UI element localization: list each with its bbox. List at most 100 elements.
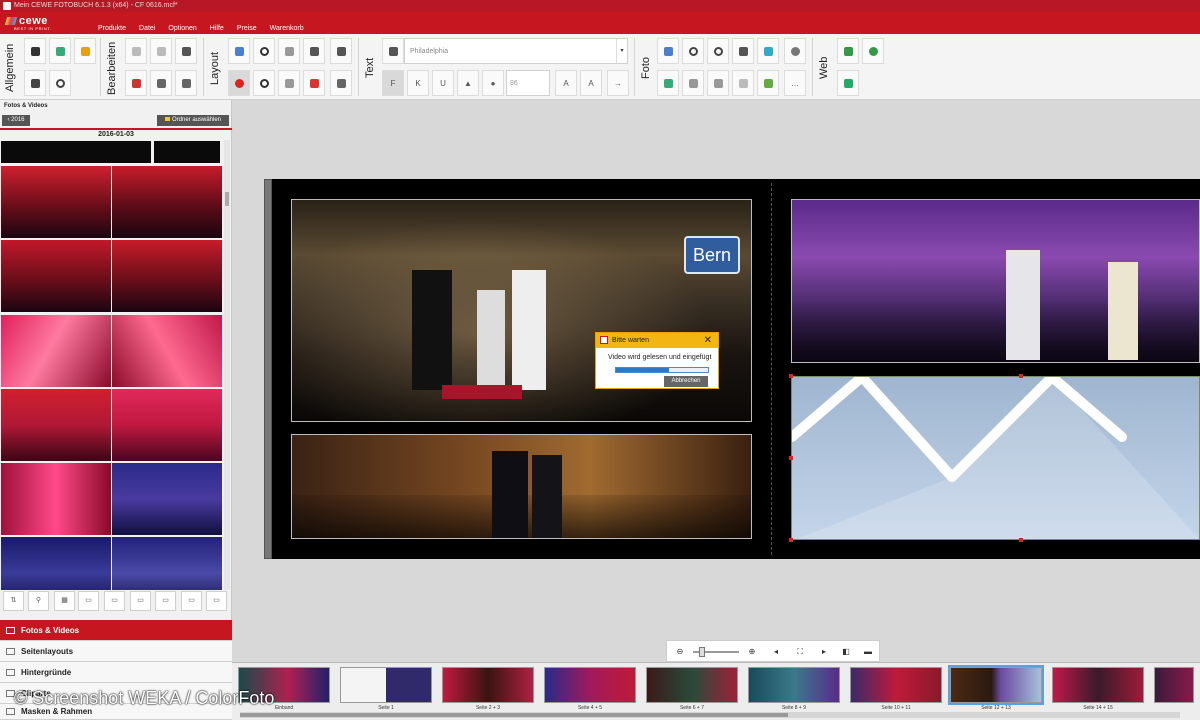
next-page-icon[interactable]: ▸ bbox=[817, 645, 831, 659]
photo-thumbnail[interactable] bbox=[1, 537, 111, 590]
layout-more-button[interactable] bbox=[330, 70, 352, 96]
photo-replace-button[interactable] bbox=[682, 70, 704, 96]
menu-produkte[interactable]: Produkte bbox=[98, 12, 126, 34]
photo-enhance-button[interactable] bbox=[707, 70, 729, 96]
copy-button[interactable] bbox=[150, 70, 172, 96]
layout-option-6-button[interactable]: ▭ bbox=[206, 591, 227, 611]
photo-search-button[interactable] bbox=[707, 38, 729, 64]
page-thumbnail[interactable] bbox=[442, 667, 534, 703]
layout-option-5-button[interactable]: ▭ bbox=[181, 591, 202, 611]
photo-thumbnail[interactable] bbox=[112, 240, 222, 312]
photo-concert-singer[interactable] bbox=[291, 434, 752, 539]
resize-handle[interactable] bbox=[789, 538, 793, 542]
page-thumbnail[interactable] bbox=[340, 667, 432, 703]
page-thumbnail[interactable] bbox=[1052, 667, 1144, 703]
photo-more-button[interactable]: … bbox=[784, 70, 806, 96]
menu-warenkorb[interactable]: Warenkorb bbox=[270, 12, 304, 34]
page-thumbnail[interactable] bbox=[850, 667, 942, 703]
sort-button[interactable]: ⇅ bbox=[3, 591, 24, 611]
photo-thumbnail[interactable] bbox=[1, 141, 151, 163]
accordion-hintergruende[interactable]: Hintergründe bbox=[0, 662, 232, 683]
scrollbar-thumb[interactable] bbox=[225, 192, 229, 206]
italic-button[interactable]: K bbox=[407, 70, 429, 96]
text-box-button[interactable] bbox=[382, 38, 404, 64]
layout-option-1-button[interactable]: ▭ bbox=[78, 591, 99, 611]
layout-zoom-button[interactable] bbox=[253, 38, 275, 64]
layout-align-button[interactable] bbox=[228, 38, 250, 64]
layout-back-button[interactable] bbox=[330, 38, 352, 64]
photo-crop-button[interactable] bbox=[732, 38, 754, 64]
text-color-button[interactable]: ▲ bbox=[457, 70, 479, 96]
layout-color-button[interactable] bbox=[228, 70, 250, 96]
photo-thumbnail[interactable] bbox=[112, 389, 222, 461]
text-effect-button[interactable]: ● bbox=[482, 70, 504, 96]
filmstrip-scrollbar[interactable] bbox=[240, 712, 1180, 718]
choose-folder-button[interactable]: Ordner auswählen bbox=[157, 115, 229, 126]
layout-front-button[interactable] bbox=[303, 38, 325, 64]
photo-grid-button[interactable] bbox=[732, 70, 754, 96]
zoom-slider-knob[interactable] bbox=[699, 647, 705, 657]
web-upload-button[interactable] bbox=[862, 38, 884, 64]
photo-thumbnail[interactable] bbox=[1, 463, 111, 535]
photo-image-button[interactable] bbox=[757, 70, 779, 96]
search-photos-button[interactable]: ⚲ bbox=[28, 591, 49, 611]
font-family-select[interactable]: Philadelphia ▾ bbox=[404, 38, 628, 64]
resize-handle[interactable] bbox=[789, 456, 793, 460]
text-more-button[interactable]: → bbox=[607, 70, 629, 96]
view-grid-button[interactable]: ▦ bbox=[54, 591, 75, 611]
zoom-in-icon[interactable]: ⊕ bbox=[745, 645, 759, 659]
zoom-out-icon[interactable]: ⊖ bbox=[673, 645, 687, 659]
photo-thumbnail[interactable] bbox=[1, 166, 111, 238]
settings-button[interactable] bbox=[49, 70, 71, 96]
photo-thumbnail[interactable] bbox=[1, 315, 111, 387]
resize-handle[interactable] bbox=[789, 374, 793, 378]
prev-page-icon[interactable]: ◂ bbox=[769, 645, 783, 659]
photo-effect-button[interactable] bbox=[757, 38, 779, 64]
page-thumbnail[interactable] bbox=[1154, 667, 1194, 703]
paste-button[interactable] bbox=[175, 70, 197, 96]
menu-hilfe[interactable]: Hilfe bbox=[210, 12, 224, 34]
redo-button[interactable] bbox=[150, 38, 172, 64]
resize-handle[interactable] bbox=[1019, 538, 1023, 542]
menu-preise[interactable]: Preise bbox=[237, 12, 257, 34]
photo-thumbnail[interactable] bbox=[1, 389, 111, 461]
bold-button[interactable]: F bbox=[382, 70, 404, 96]
photo-frame-button[interactable] bbox=[657, 38, 679, 64]
save-as-button[interactable] bbox=[24, 70, 46, 96]
fullscreen-icon[interactable]: ▬ bbox=[861, 645, 875, 659]
resize-handle[interactable] bbox=[1019, 374, 1023, 378]
photo-thumbnail[interactable] bbox=[1, 240, 111, 312]
page-thumbnail[interactable] bbox=[748, 667, 840, 703]
font-shrink-button[interactable]: A bbox=[580, 70, 602, 96]
undo-button[interactable] bbox=[125, 38, 147, 64]
web-share-button[interactable] bbox=[837, 38, 859, 64]
menu-optionen[interactable]: Optionen bbox=[168, 12, 196, 34]
layout-rotate-left-button[interactable] bbox=[278, 70, 300, 96]
photo-zoom-button[interactable] bbox=[682, 38, 704, 64]
menu-datei[interactable]: Datei bbox=[139, 12, 155, 34]
chevron-down-icon[interactable]: ▾ bbox=[616, 39, 627, 63]
layout-option-3-button[interactable]: ▭ bbox=[130, 591, 151, 611]
accordion-fotos-videos[interactable]: Fotos & Videos bbox=[0, 620, 232, 641]
layout-option-2-button[interactable]: ▭ bbox=[104, 591, 125, 611]
layout-zoom-out-button[interactable] bbox=[253, 70, 275, 96]
photo-thumbnail[interactable] bbox=[112, 315, 222, 387]
delete-button[interactable] bbox=[175, 38, 197, 64]
layout-remove-button[interactable] bbox=[303, 70, 325, 96]
layout-rotate-button[interactable] bbox=[278, 38, 300, 64]
photo-concert-purple[interactable] bbox=[791, 199, 1200, 363]
cut-button[interactable] bbox=[125, 70, 147, 96]
photo-shape-button[interactable] bbox=[784, 38, 806, 64]
fit-page-icon[interactable]: ⛶ bbox=[793, 645, 807, 659]
photo-thumbnail[interactable] bbox=[112, 463, 222, 535]
folder-back-button[interactable]: ‹ 2016 bbox=[2, 115, 30, 126]
font-grow-button[interactable]: A bbox=[555, 70, 577, 96]
font-size-select[interactable]: 86 bbox=[506, 70, 550, 96]
cancel-button[interactable]: Abbrechen bbox=[664, 376, 708, 387]
web-download-button[interactable] bbox=[837, 70, 859, 96]
photo-thumbnail[interactable] bbox=[112, 537, 222, 590]
page-thumbnail[interactable] bbox=[544, 667, 636, 703]
new-project-button[interactable] bbox=[49, 38, 71, 64]
preview-icon[interactable]: ◧ bbox=[839, 645, 853, 659]
photo-grid-scrollbar[interactable] bbox=[224, 140, 230, 590]
